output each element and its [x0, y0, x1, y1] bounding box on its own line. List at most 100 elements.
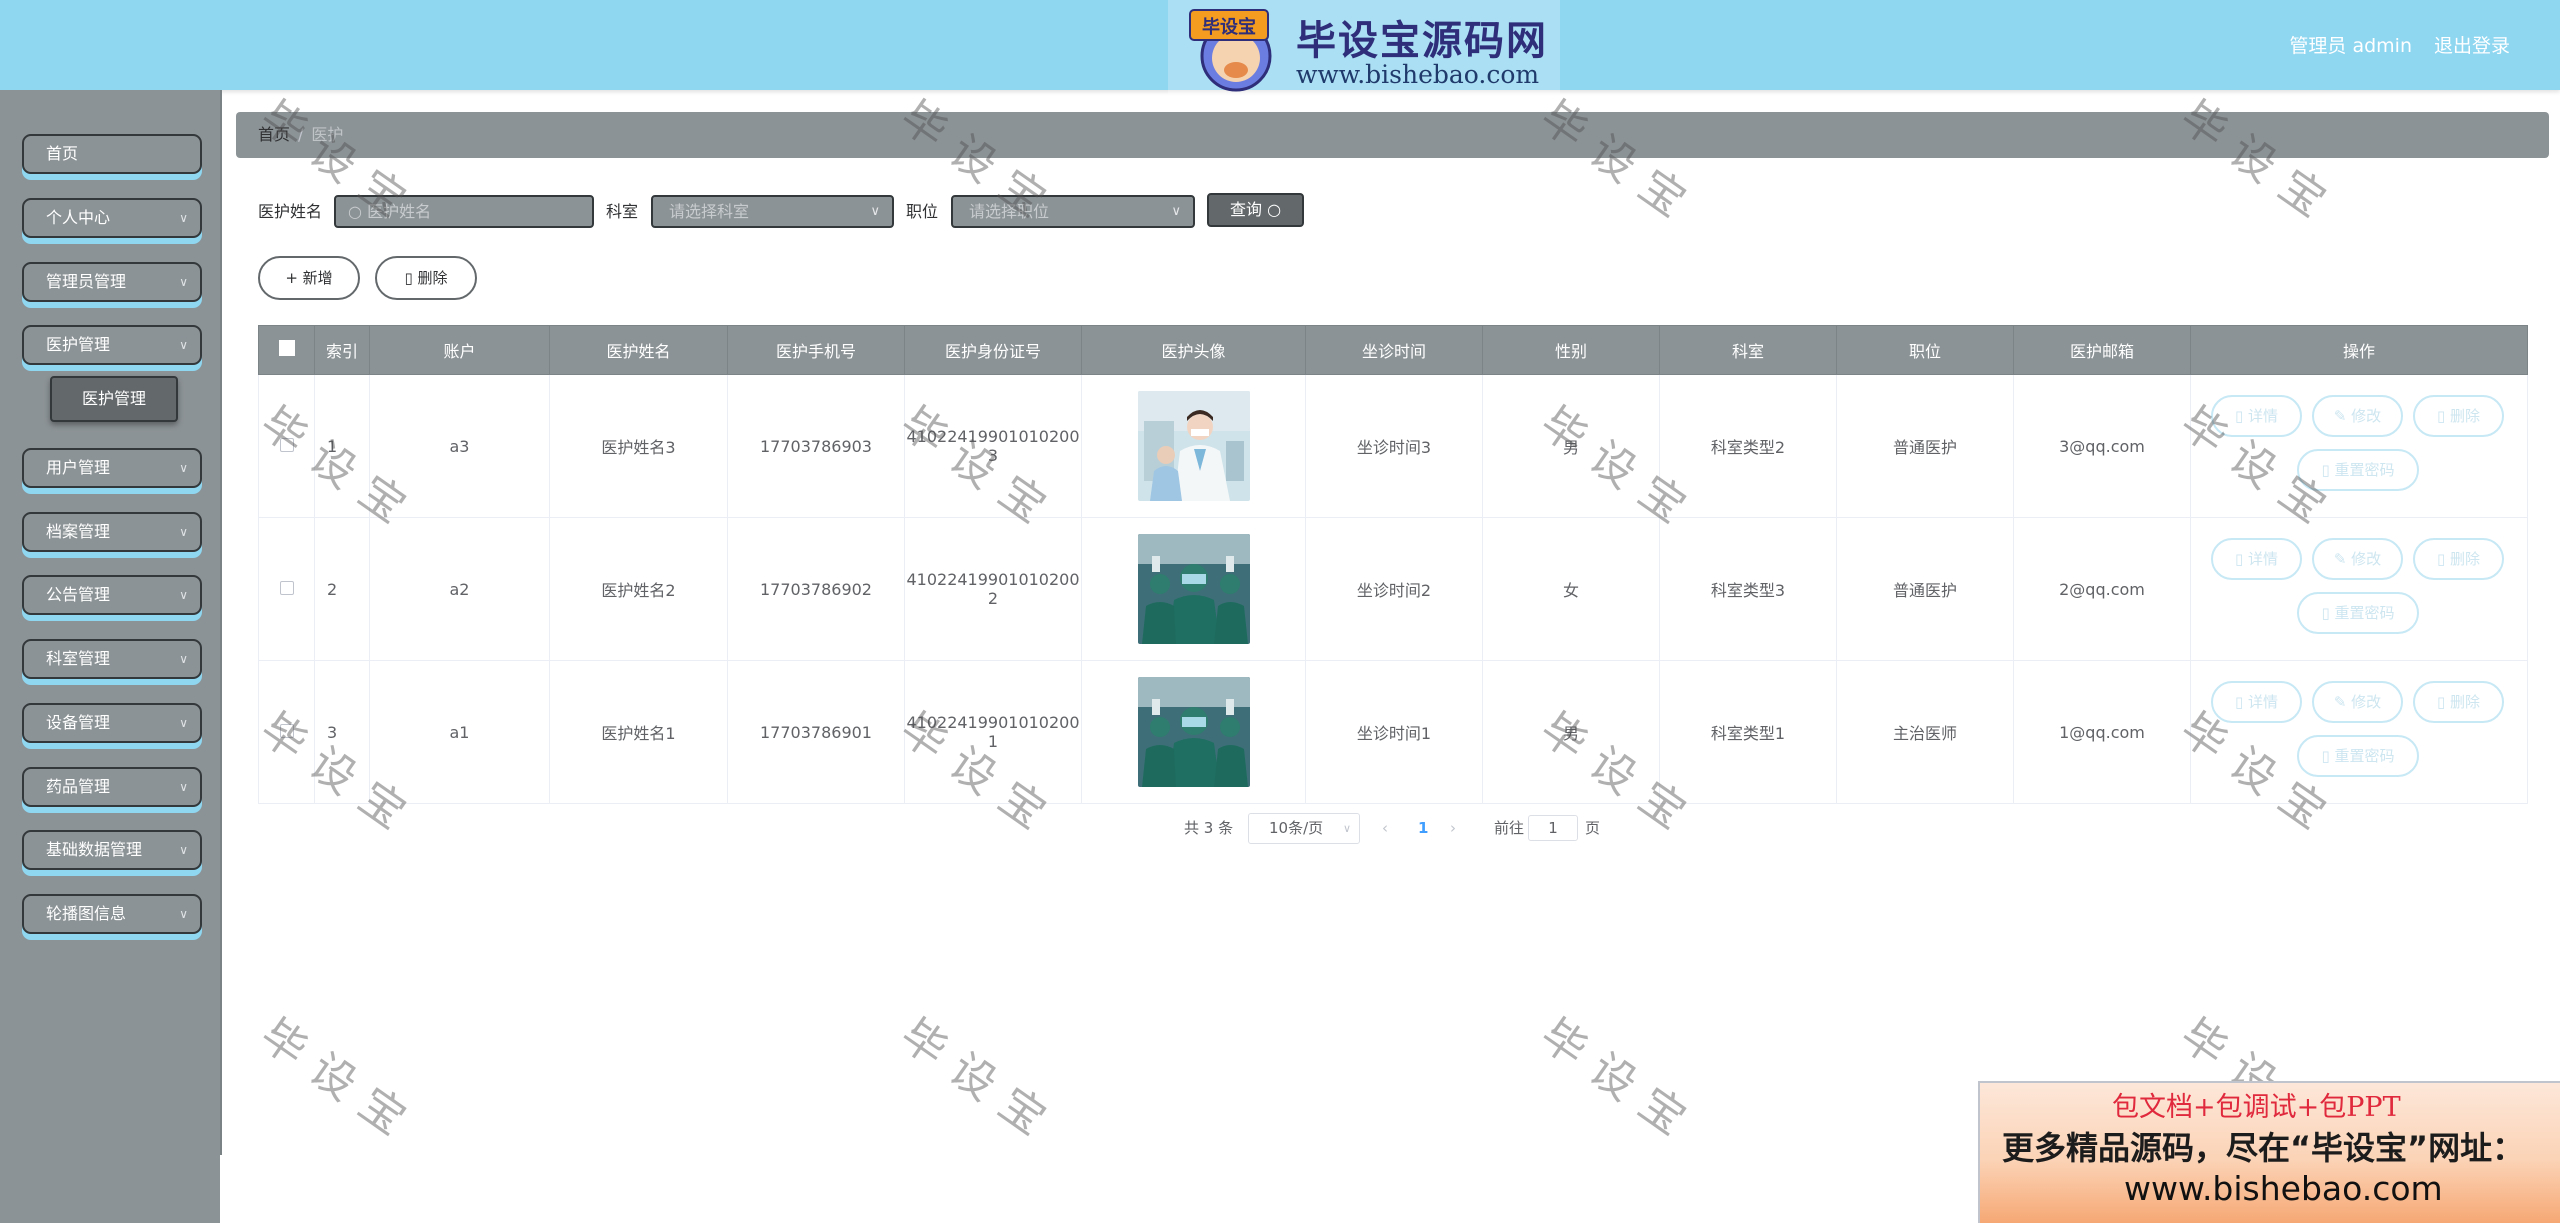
name-search-placeholder: 医护姓名 — [367, 202, 432, 221]
column-header: 职位 — [1836, 325, 2014, 375]
row-select-cell[interactable] — [258, 660, 315, 804]
search-icon: ○ — [348, 202, 362, 221]
chevron-down-icon: ∨ — [179, 461, 188, 475]
table-row: 3 a1 医护姓名1 17703786901 41022419901010200… — [258, 660, 2528, 804]
query-button[interactable]: 查询 ○ — [1207, 193, 1304, 227]
document-icon: ▯ — [2321, 604, 2330, 622]
sidebar-item-carousel[interactable]: 轮播图信息 ∨ — [22, 894, 202, 934]
cell-department: 科室类型3 — [1659, 517, 1837, 661]
batch-delete-button[interactable]: ▯ 删除 — [375, 256, 477, 300]
promo-line-1: 包文档+包调试+包PPT — [2112, 1092, 2401, 1123]
trash-icon: ▯ — [2436, 550, 2446, 568]
sidebar-divider — [220, 90, 222, 1155]
row-select-cell[interactable] — [258, 374, 315, 518]
prev-page-button[interactable]: ‹ — [1382, 812, 1388, 844]
sidebar-item-base-data[interactable]: 基础数据管理 ∨ — [22, 830, 202, 870]
breadcrumb-home[interactable]: 首页 — [258, 125, 290, 144]
position-label: 职位 — [906, 202, 939, 221]
cell-avatar — [1081, 660, 1306, 804]
watermark: 毕设宝 — [251, 1009, 428, 1155]
sidebar-item-notices[interactable]: 公告管理 ∨ — [22, 575, 202, 615]
add-button[interactable]: + 新增 — [258, 256, 360, 300]
site-logo[interactable]: 毕设宝 毕设宝源码网 www.bishebao.com — [1168, 0, 1560, 94]
sidebar-item-archives[interactable]: 档案管理 ∨ — [22, 512, 202, 552]
sidebar-item-users[interactable]: 用户管理 ∨ — [22, 448, 202, 488]
next-page-button[interactable]: › — [1450, 812, 1456, 844]
sidebar-item-label: 个人中心 — [46, 208, 111, 227]
cell-phone: 17703786903 — [727, 374, 905, 518]
row-checkbox[interactable] — [279, 580, 294, 595]
cell-department: 科室类型1 — [1659, 660, 1837, 804]
sidebar-item-label: 药品管理 — [46, 777, 111, 796]
select-all-checkbox[interactable] — [278, 340, 295, 356]
reset-password-button[interactable]: ▯ 重置密码 — [2297, 449, 2419, 491]
edit-button[interactable]: ✎ 修改 — [2312, 681, 2403, 723]
chevron-down-icon: ∨ — [179, 652, 188, 666]
name-search-input[interactable]: ○ 医护姓名 — [334, 195, 594, 228]
sidebar-item-medical-staff[interactable]: 医护管理 ∨ — [22, 325, 202, 365]
table-row: 2 a2 医护姓名2 17703786902 41022419901010200… — [258, 517, 2528, 661]
delete-button[interactable]: ▯ 删除 — [2413, 681, 2504, 723]
sidebar-item-label: 设备管理 — [46, 713, 111, 732]
logout-link[interactable]: 退出登录 — [2434, 31, 2510, 58]
row-select-cell[interactable] — [258, 517, 315, 661]
document-icon: ▯ — [2234, 550, 2244, 568]
cell-id-card: 410224199010102002 — [904, 517, 1082, 661]
table-header-row: 索引 账户 医护姓名 医护手机号 医护身份证号 医护头像 坐诊时间 性别 科室 … — [258, 325, 2528, 375]
avatar-photo — [1137, 534, 1250, 644]
cell-time: 坐诊时间2 — [1305, 517, 1483, 661]
column-header: 科室 — [1659, 325, 1837, 375]
delete-button[interactable]: ▯ 删除 — [2413, 538, 2504, 580]
sidebar-item-profile[interactable]: 个人中心 ∨ — [22, 198, 202, 238]
watermark: 毕设宝 — [2171, 91, 2348, 237]
sidebar-item-label: 轮播图信息 — [46, 904, 127, 923]
watermark: 毕设宝 — [1531, 91, 1708, 237]
position-placeholder: 请选择职位 — [969, 202, 1050, 221]
logo-title: 毕设宝源码网 — [1296, 18, 1548, 64]
detail-button[interactable]: ▯ 详情 — [2211, 538, 2302, 580]
sidebar-subitem-medical-staff[interactable]: 医护管理 — [50, 376, 178, 422]
sidebar-item-admin[interactable]: 管理员管理 ∨ — [22, 262, 202, 302]
cell-name: 医护姓名2 — [549, 517, 728, 661]
column-header: 医护手机号 — [727, 325, 905, 375]
edit-button[interactable]: ✎ 修改 — [2312, 538, 2403, 580]
promo-banner[interactable]: 包文档+包调试+包PPT 更多精品源码，尽在“毕设宝”网址： www.bishe… — [1978, 1081, 2560, 1223]
sidebar-item-devices[interactable]: 设备管理 ∨ — [22, 703, 202, 743]
promo-url: www.bishebao.com — [2124, 1169, 2443, 1208]
table-row: 1 a3 医护姓名3 17703786903 41022419901010200… — [258, 374, 2528, 518]
pencil-icon: ✎ — [2333, 693, 2347, 711]
cell-email: 3@qq.com — [2013, 374, 2191, 518]
page-size-select[interactable]: 10条/页 ∨ — [1248, 813, 1360, 844]
row-checkbox[interactable] — [279, 723, 294, 738]
goto-page-input[interactable]: 1 — [1528, 815, 1578, 841]
detail-button[interactable]: ▯ 详情 — [2211, 681, 2302, 723]
column-header: 索引 — [314, 325, 370, 375]
reset-password-button[interactable]: ▯ 重置密码 — [2297, 592, 2419, 634]
sidebar-item-departments[interactable]: 科室管理 ∨ — [22, 639, 202, 679]
document-icon: ▯ — [2321, 461, 2330, 479]
sidebar-item-home[interactable]: 首页 — [22, 134, 202, 174]
chevron-down-icon: ∨ — [179, 275, 188, 289]
pencil-icon: ✎ — [2333, 407, 2347, 425]
select-all-header[interactable] — [258, 325, 315, 375]
row-checkbox[interactable] — [279, 437, 294, 452]
detail-button[interactable]: ▯ 详情 — [2211, 395, 2302, 437]
plus-icon: + — [285, 269, 298, 287]
cell-account: a2 — [369, 517, 550, 661]
cell-gender: 女 — [1482, 517, 1660, 661]
cell-operations: ▯ 详情 ✎ 修改 ▯ 删除 ▯ 重置密码 — [2190, 374, 2528, 518]
reset-password-button[interactable]: ▯ 重置密码 — [2297, 735, 2419, 777]
page-number-current[interactable]: 1 — [1418, 812, 1428, 844]
sidebar-item-drugs[interactable]: 药品管理 ∨ — [22, 767, 202, 807]
edit-button[interactable]: ✎ 修改 — [2312, 395, 2403, 437]
pagination-total: 共 3 条 — [1184, 819, 1234, 837]
delete-button[interactable]: ▯ 删除 — [2413, 395, 2504, 437]
cell-time: 坐诊时间1 — [1305, 660, 1483, 804]
cell-position: 普通医护 — [1836, 517, 2014, 661]
department-select[interactable]: 请选择科室 ∨ — [651, 195, 894, 228]
cell-avatar — [1081, 374, 1306, 518]
top-header: 毕设宝 毕设宝源码网 www.bishebao.com 管理员 admin 退出… — [0, 0, 2560, 94]
position-select[interactable]: 请选择职位 ∨ — [951, 195, 1195, 228]
trash-icon: ▯ — [2436, 407, 2446, 425]
cell-position: 主治医师 — [1836, 660, 2014, 804]
